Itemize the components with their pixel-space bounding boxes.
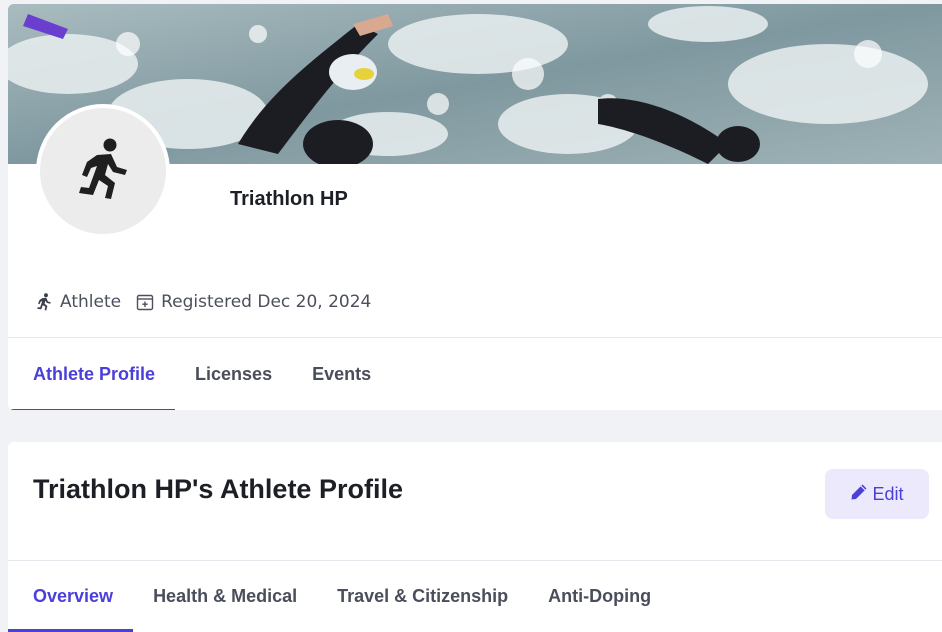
tab-travel-citizenship[interactable]: Travel & Citizenship <box>317 561 528 632</box>
calendar-icon <box>135 292 155 312</box>
running-person-icon <box>75 137 131 206</box>
running-person-icon <box>34 292 54 312</box>
tab-events[interactable]: Events <box>292 338 391 410</box>
pencil-icon <box>850 483 868 506</box>
tab-anti-doping[interactable]: Anti-Doping <box>528 561 671 632</box>
section-title: Triathlon HP's Athlete Profile <box>33 474 403 504</box>
avatar <box>36 104 170 238</box>
edit-button[interactable]: Edit <box>825 469 929 519</box>
athlete-profile-section: Triathlon HP's Athlete Profile Edit Over… <box>8 442 942 632</box>
profile-name: Triathlon HP <box>230 188 348 210</box>
tab-licenses[interactable]: Licenses <box>175 338 292 410</box>
registered-date: Registered Dec 20, 2024 <box>161 292 372 312</box>
edit-button-label: Edit <box>872 483 904 504</box>
profile-tabs: Athlete Profile Licenses Events <box>8 338 942 410</box>
athlete-profile-subtabs: Overview Health & Medical Travel & Citiz… <box>8 561 942 632</box>
profile-meta: Athlete Registered Dec 20, 2024 <box>34 291 371 313</box>
tab-overview[interactable]: Overview <box>8 561 134 632</box>
tab-athlete-profile[interactable]: Athlete Profile <box>8 338 176 410</box>
role-label: Athlete <box>60 292 122 312</box>
tab-health-medical[interactable]: Health & Medical <box>133 561 317 632</box>
profile-card: Triathlon HP Athlete Registered Dec 20, … <box>8 4 942 410</box>
